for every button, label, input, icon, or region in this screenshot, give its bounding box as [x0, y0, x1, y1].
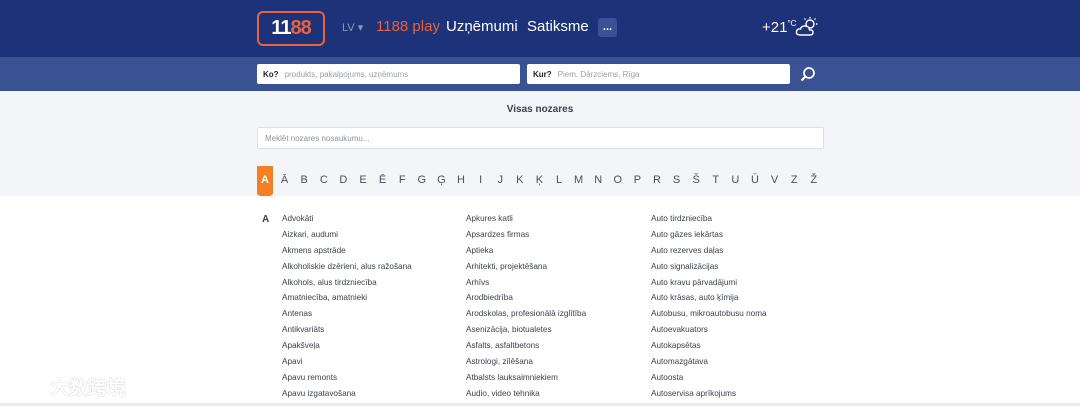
letter-tab-13[interactable]: K [512, 174, 528, 186]
industry-link[interactable]: Arodbiedrība [466, 293, 586, 309]
who-search-input[interactable]: Ko? produkts, pakalpojums, uzņēmums [257, 64, 520, 84]
industry-link[interactable]: Apavi [282, 357, 412, 373]
industry-link[interactable]: Apsardzes firmas [466, 230, 586, 246]
industry-link[interactable]: Autobusu, mikroautobusu noma [651, 309, 767, 325]
who-label: Ko? [263, 69, 279, 79]
industry-link[interactable]: Auto krāsas, auto ķīmija [651, 293, 767, 309]
industry-link[interactable]: Apavu remonts [282, 373, 412, 389]
industry-link[interactable]: Auto rezerves daļas [651, 246, 767, 262]
page-title: Visas nozares [506, 104, 574, 115]
letter-tab-20[interactable]: R [649, 174, 665, 186]
letter-tab-26[interactable]: V [767, 174, 783, 186]
letter-tab-11[interactable]: I [473, 174, 489, 186]
who-placeholder: produkts, pakalpojums, uzņēmums [284, 69, 409, 79]
where-label: Kur? [533, 69, 552, 79]
watermark-logo-icon [7, 377, 45, 394]
nav-companies[interactable]: Uzņēmumi [446, 18, 518, 35]
letter-tab-15[interactable]: L [551, 174, 567, 186]
industry-link[interactable]: Auto signalizācijas [651, 262, 767, 278]
industry-link[interactable]: Auto kravu pārvadājumi [651, 278, 767, 294]
industry-link[interactable]: Apakšveļa [282, 341, 412, 357]
letter-tab-25[interactable]: Ū [747, 174, 763, 186]
industry-link[interactable]: Autoevakuators [651, 325, 767, 341]
industry-link[interactable]: Alkohols, alus tirdzniecība [282, 278, 412, 294]
letter-tab-18[interactable]: O [610, 174, 626, 186]
where-search-input[interactable]: Kur? Piem. Dārzciems, Rīga [527, 64, 790, 84]
logo-text-part1: 11 [271, 17, 291, 39]
letter-tab-3[interactable]: C [316, 174, 332, 186]
industry-link[interactable]: Aptieka [466, 246, 586, 262]
nav-transport[interactable]: Satiksme [527, 18, 589, 35]
industry-link[interactable]: Alkoholiskie dzērieni, alus ražošana [282, 262, 412, 278]
industry-link[interactable]: Autokapsētas [651, 341, 767, 357]
letter-tab-27[interactable]: Z [786, 174, 802, 186]
watermark-text: 大数跨境 [50, 377, 127, 399]
industry-link[interactable]: Asenizācija, biotualetes [466, 325, 586, 341]
letter-tab-10[interactable]: H [453, 174, 469, 186]
letter-tab-17[interactable]: N [590, 174, 606, 186]
more-menu-button[interactable]: ... [598, 18, 617, 37]
industry-link[interactable]: Astrologi, zīlēšana [466, 357, 586, 373]
logo-text-part2: 88 [290, 17, 311, 39]
industry-filter-input[interactable]: Meklēt nozares nosaukumu... [257, 127, 824, 149]
letter-tab-23[interactable]: T [708, 174, 724, 186]
nav-1188-play[interactable]: 1188 play [376, 18, 440, 35]
industry-link[interactable]: Aizkari, audumi [282, 230, 412, 246]
top-navigation-bar: 11 88 LV ▾ 1188 play Uzņēmumi Satiksme ..… [0, 0, 1080, 57]
industry-link[interactable]: Apkures katli [466, 214, 586, 230]
industry-link[interactable]: Akmens apstrāde [282, 246, 412, 262]
letter-tab-16[interactable]: M [571, 174, 587, 186]
where-placeholder: Piem. Dārzciems, Rīga [557, 69, 640, 79]
temperature: +21°C [762, 19, 796, 36]
industry-link[interactable]: Asfalts, asfaltbetons [466, 341, 586, 357]
industry-link[interactable]: Auto gāzes iekārtas [651, 230, 767, 246]
search-icon[interactable] [800, 66, 816, 82]
temperature-value: +21 [762, 19, 788, 36]
industry-link[interactable]: Amatniecība, amatnieki [282, 293, 412, 309]
letter-tab-4[interactable]: D [335, 174, 351, 186]
industry-link[interactable]: Automazgātava [651, 357, 767, 373]
industry-link[interactable]: Auto tirdzniecība [651, 214, 767, 230]
cloud-sun-icon [795, 17, 818, 36]
industry-link[interactable]: Advokāti [282, 214, 412, 230]
language-selector[interactable]: LV ▾ [342, 21, 363, 34]
industry-column-3: Auto tirdzniecība Auto gāzes iekārtas Auto… [651, 214, 767, 405]
industry-link[interactable]: Atbalsts lauksaimniekiem [466, 373, 586, 389]
letter-tab-24[interactable]: U [727, 174, 743, 186]
letter-tab-1[interactable]: Ā [277, 174, 293, 186]
letter-tab-12[interactable]: J [492, 174, 508, 186]
site-logo[interactable]: 11 88 [257, 11, 325, 46]
industry-link[interactable]: Antenas [282, 309, 412, 325]
industry-link[interactable]: Arhīvs [466, 278, 586, 294]
watermark: 大数跨境 [6, 374, 127, 399]
industry-column-1: Advokāti Aizkari, audumi Akmens apstrāde Al… [282, 214, 412, 405]
industry-link[interactable]: Arhitekti, projektēšana [466, 262, 586, 278]
letter-tab-0[interactable]: A [257, 166, 273, 200]
letter-tab-6[interactable]: Ē [375, 174, 391, 186]
industry-link[interactable]: Antikvariāts [282, 325, 412, 341]
industry-column-2: Apkures katli Apsardzes firmas Aptieka Arhi… [466, 214, 586, 405]
letter-tab-7[interactable]: F [394, 174, 410, 186]
letter-tab-14[interactable]: Ķ [531, 174, 547, 186]
letter-tab-9[interactable]: Ģ [433, 174, 449, 186]
industry-link[interactable]: Autoosta [651, 373, 767, 389]
group-letter-heading: A [262, 214, 270, 225]
letter-tab-8[interactable]: G [414, 174, 430, 186]
letter-tab-2[interactable]: B [296, 174, 312, 186]
letter-tab-21[interactable]: S [669, 174, 685, 186]
letter-tab-22[interactable]: Š [688, 174, 704, 186]
letter-tab-19[interactable]: P [629, 174, 645, 186]
letter-tab-5[interactable]: E [355, 174, 371, 186]
alphabet-navigation: AĀBCDEĒFGĢHIJKĶLMNOPRSŠTUŪVZŽ [257, 166, 832, 200]
letter-tab-28[interactable]: Ž [806, 174, 822, 186]
industry-link[interactable]: Arodskolas, profesionālā izglītība [466, 309, 586, 325]
